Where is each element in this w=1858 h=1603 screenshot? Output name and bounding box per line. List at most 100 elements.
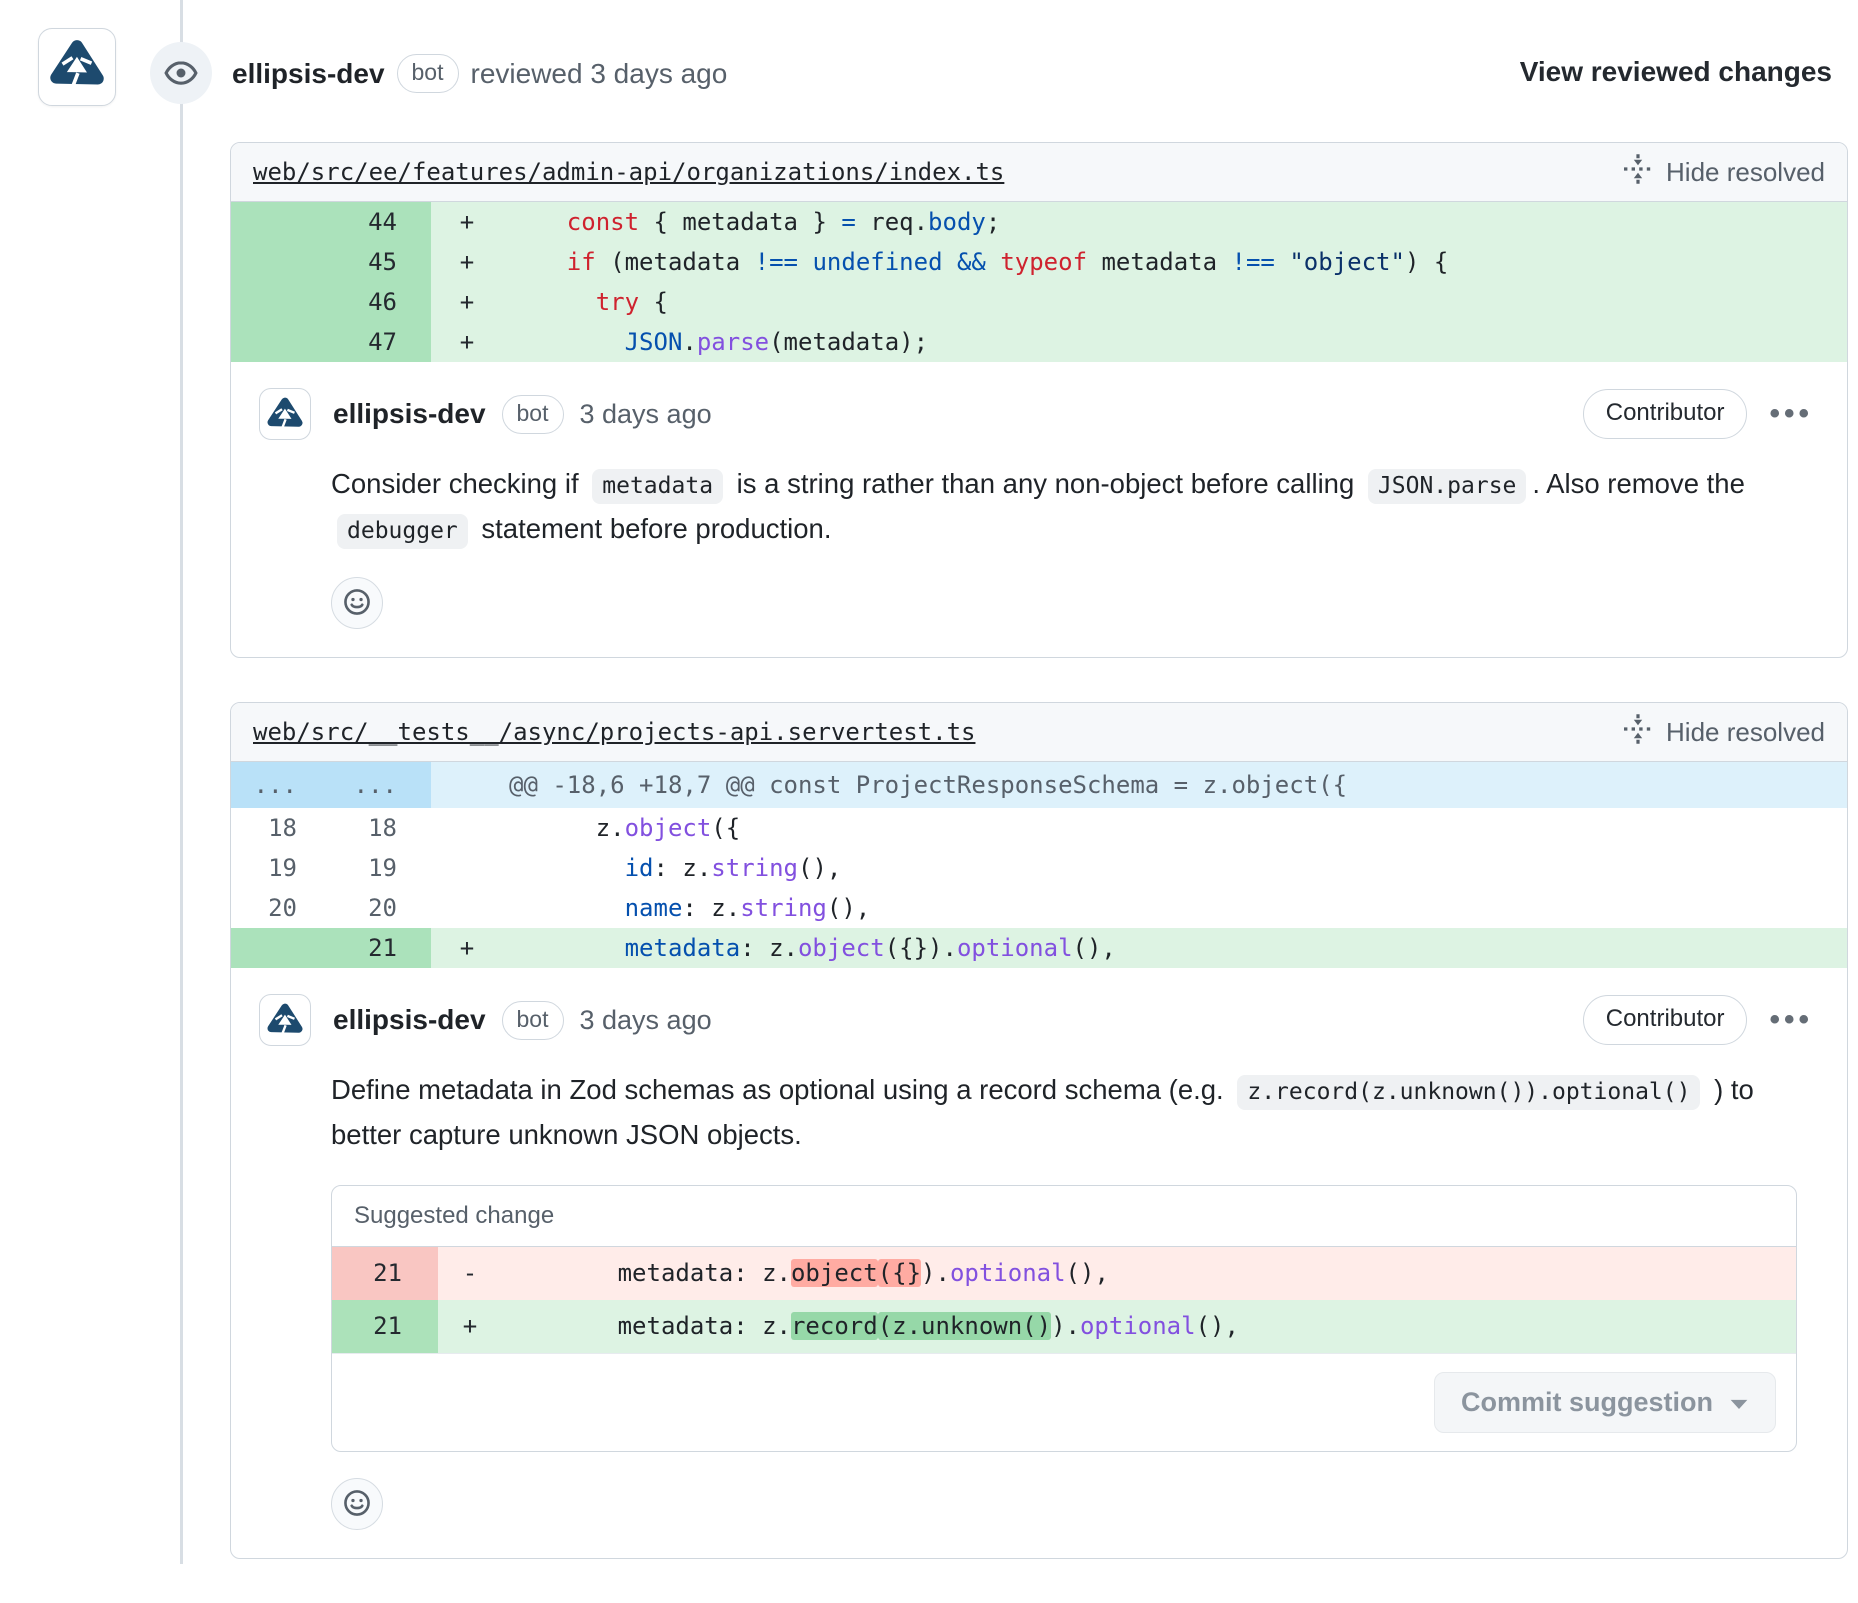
- comment-timestamp[interactable]: 3 days ago: [580, 1005, 712, 1036]
- fold-icon: [1622, 713, 1654, 752]
- code-token: if: [567, 248, 596, 276]
- diff-line-row: 2020 name: z.string(),: [231, 888, 1847, 928]
- comment-body: Consider checking if metadata is a strin…: [331, 462, 1819, 551]
- comment-header: ellipsis-dev bot 3 days ago Contributor •••: [259, 994, 1819, 1046]
- review-thread-card: web/src/ee/features/admin-api/organizati…: [230, 142, 1848, 658]
- new-line-number: 20: [331, 888, 431, 928]
- kebab-icon[interactable]: •••: [1763, 399, 1819, 429]
- code-token: [798, 248, 812, 276]
- code-token: string: [740, 894, 827, 922]
- diff-marker: +: [431, 242, 503, 282]
- code-token: ({: [711, 814, 740, 842]
- diff-marker: [431, 848, 503, 888]
- code-token: !==: [755, 248, 798, 276]
- code-token: JSON: [625, 328, 683, 356]
- diff-line-row: 1818 z.object({: [231, 808, 1847, 848]
- hide-resolved-button[interactable]: Hide resolved: [1622, 153, 1825, 192]
- bot-badge: bot: [502, 1001, 564, 1040]
- diff-marker: [431, 888, 503, 928]
- code-token: optional: [957, 934, 1073, 962]
- view-reviewed-changes-link[interactable]: View reviewed changes: [1520, 56, 1832, 88]
- old-line-number: 19: [231, 848, 331, 888]
- diff-code: id: z.string(),: [503, 848, 1847, 888]
- code-token: (),: [798, 854, 841, 882]
- contributor-badge: Contributor: [1583, 995, 1748, 1045]
- file-path-link[interactable]: web/src/__tests__/async/projects-api.ser…: [253, 718, 975, 746]
- kebab-icon[interactable]: •••: [1763, 1005, 1819, 1035]
- code-token: metadata: z.: [502, 1312, 791, 1340]
- old-line-number: ...: [231, 762, 331, 808]
- file-path-link[interactable]: web/src/ee/features/admin-api/organizati…: [253, 158, 1004, 186]
- hide-resolved-button[interactable]: Hide resolved: [1622, 713, 1825, 752]
- new-line-number: 44: [331, 202, 431, 242]
- diff-line-row: 47+ JSON.parse(metadata);: [231, 322, 1847, 362]
- code-token: [509, 288, 596, 316]
- old-line-number: [231, 928, 331, 968]
- commenter-name-link[interactable]: ellipsis-dev: [333, 398, 486, 430]
- code-token: (),: [1066, 1259, 1109, 1287]
- code-token: [943, 248, 957, 276]
- add-reaction-button[interactable]: [331, 1478, 383, 1530]
- code-token: metadata: [625, 934, 741, 962]
- code-token: {: [639, 288, 668, 316]
- code-token: (metadata: [596, 248, 755, 276]
- commit-suggestion-label: Commit suggestion: [1461, 1387, 1713, 1418]
- old-line-number: 18: [231, 808, 331, 848]
- caret-down-icon: [1729, 1387, 1749, 1418]
- commenter-avatar[interactable]: [259, 388, 311, 440]
- code-token: typeof: [1000, 248, 1087, 276]
- bot-badge: bot: [397, 54, 459, 93]
- new-line-number: 19: [331, 848, 431, 888]
- code-token: object: [798, 934, 885, 962]
- code-token: body: [928, 208, 986, 236]
- commit-suggestion-button[interactable]: Commit suggestion: [1434, 1372, 1776, 1433]
- old-line-number: [231, 282, 331, 322]
- diff-code: @@ -18,6 +18,7 @@ const ProjectResponseS…: [503, 762, 1847, 808]
- code-token: optional: [1080, 1312, 1196, 1340]
- suggestion-line-number: 21: [332, 1247, 438, 1300]
- code-token: object: [791, 1259, 878, 1287]
- bot-badge: bot: [502, 395, 564, 434]
- diff-code: if (metadata !== undefined && typeof met…: [503, 242, 1847, 282]
- code-token: (),: [827, 894, 870, 922]
- review-title: ellipsis-dev bot reviewed 3 days ago: [232, 54, 727, 93]
- suggested-change-box: Suggested change21- metadata: z.object({…: [331, 1185, 1797, 1452]
- review-threads: web/src/ee/features/admin-api/organizati…: [230, 142, 1848, 1603]
- new-line-number: 45: [331, 242, 431, 282]
- reviewer-name-link[interactable]: ellipsis-dev: [232, 58, 385, 90]
- code-token: &&: [957, 248, 986, 276]
- code-token: name: [625, 894, 683, 922]
- commenter-avatar[interactable]: [259, 994, 311, 1046]
- reviewer-avatar[interactable]: [38, 28, 116, 106]
- review-action-text: reviewed 3 days ago: [471, 58, 728, 90]
- code-token: : z.: [682, 894, 740, 922]
- code-token: : z.: [740, 934, 798, 962]
- code-token: object: [625, 814, 712, 842]
- diff-line-row: 21+ metadata: z.object({}).optional(),: [231, 928, 1847, 968]
- suggestion-del-row: 21- metadata: z.object({}).optional(),: [332, 1247, 1796, 1300]
- suggestion-marker: +: [438, 1300, 502, 1353]
- suggestion-code: metadata: z.record(z.unknown()).optional…: [502, 1300, 1796, 1353]
- diff-table: ......@@ -18,6 +18,7 @@ const ProjectRes…: [231, 762, 1847, 968]
- code-token: string: [711, 854, 798, 882]
- inline-code: metadata: [592, 469, 723, 504]
- inline-code: debugger: [337, 514, 468, 549]
- hide-resolved-label: Hide resolved: [1666, 157, 1825, 188]
- diff-line-row: 1919 id: z.string(),: [231, 848, 1847, 888]
- add-reaction-button[interactable]: [331, 577, 383, 629]
- code-token: (z.unknown(): [878, 1312, 1051, 1340]
- code-token: ({}: [878, 1259, 921, 1287]
- comment-timestamp[interactable]: 3 days ago: [580, 399, 712, 430]
- commenter-name-link[interactable]: ellipsis-dev: [333, 1004, 486, 1036]
- old-line-number: [231, 202, 331, 242]
- eye-icon: [150, 42, 212, 104]
- code-token: ) {: [1405, 248, 1448, 276]
- code-token: req.: [856, 208, 928, 236]
- code-token: [509, 248, 567, 276]
- new-line-number: 46: [331, 282, 431, 322]
- code-token: ).: [1051, 1312, 1080, 1340]
- code-token: (),: [1073, 934, 1116, 962]
- code-token: const: [567, 208, 639, 236]
- code-token: undefined: [812, 248, 942, 276]
- code-token: "object": [1289, 248, 1405, 276]
